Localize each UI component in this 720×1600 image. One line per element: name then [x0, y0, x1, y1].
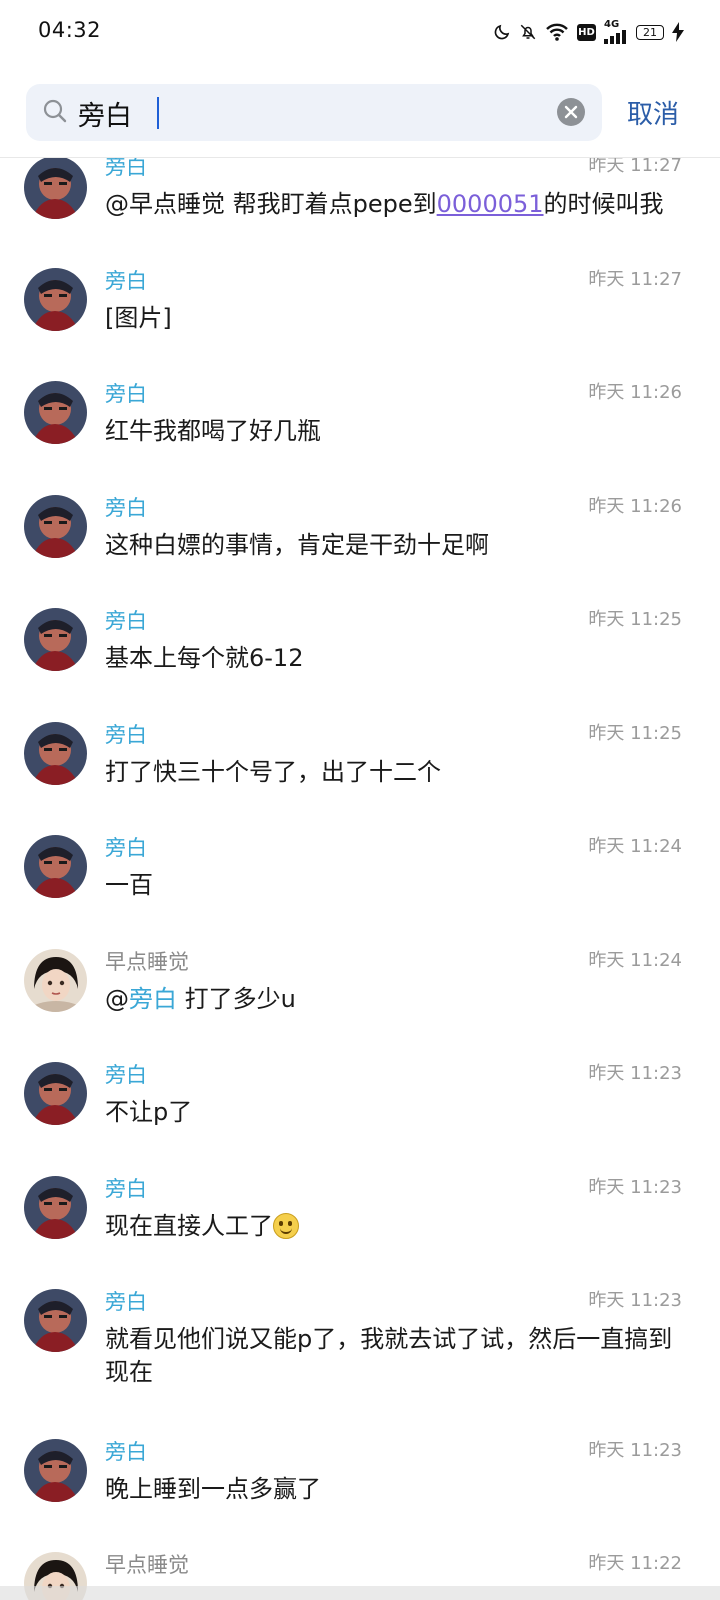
- message-text-post: 打了多少u: [177, 985, 296, 1013]
- hd-icon: HD: [577, 23, 596, 41]
- message-text-pre: @早点睡觉 帮我盯着点pepe到: [105, 190, 437, 218]
- message-time: 昨天 11:22: [588, 1553, 682, 1574]
- sender-name: 旁白: [105, 158, 147, 179]
- search-results-list[interactable]: 旁白 昨天 11:27 @早点睡觉 帮我盯着点pepe到0000051的时候叫我…: [0, 158, 720, 1600]
- message-time: 昨天 11:26: [588, 496, 682, 517]
- sender-name: 早点睡觉: [105, 950, 189, 974]
- message-time: 昨天 11:25: [588, 723, 682, 744]
- sender-name: 旁白: [105, 836, 147, 860]
- list-item[interactable]: 旁白 昨天 11:23 就看见他们说又能p了，我就去试了试，然后一直搞到现在: [0, 1263, 720, 1413]
- message-time: 昨天 11:23: [588, 1440, 682, 1461]
- avatar[interactable]: [24, 381, 87, 444]
- message-time: 昨天 11:26: [588, 382, 682, 403]
- message-text: @早点睡觉 帮我盯着点pepe到0000051的时候叫我: [105, 188, 690, 221]
- cancel-button[interactable]: 取消: [627, 94, 679, 131]
- list-item[interactable]: 旁白 昨天 11:27 @早点睡觉 帮我盯着点pepe到0000051的时候叫我: [0, 158, 720, 238]
- list-item[interactable]: 旁白 昨天 11:23 不让p了: [0, 1036, 720, 1150]
- network-label: 4G: [604, 19, 620, 30]
- message-text: 晚上睡到一点多赢了: [105, 1475, 321, 1503]
- avatar[interactable]: [24, 1176, 87, 1239]
- search-input[interactable]: [78, 94, 548, 132]
- bottom-edge: [0, 1586, 720, 1600]
- message-time: 昨天 11:27: [588, 269, 682, 290]
- message-link[interactable]: 0000051: [437, 190, 544, 218]
- message-time: 昨天 11:24: [588, 836, 682, 857]
- list-item[interactable]: 旁白 昨天 11:25 打了快三十个号了，出了十二个: [0, 696, 720, 809]
- search-box[interactable]: [26, 84, 602, 141]
- message-time: 昨天 11:23: [588, 1063, 682, 1084]
- avatar[interactable]: [24, 835, 87, 898]
- message-text-body: 现在直接人工了: [105, 1212, 273, 1240]
- message-time: 昨天 11:23: [588, 1177, 682, 1198]
- status-time: 04:32: [38, 18, 102, 42]
- message-text: 不让p了: [105, 1098, 193, 1126]
- list-item[interactable]: 旁白 昨天 11:24 一百: [0, 809, 720, 923]
- wifi-icon: [545, 22, 569, 42]
- message-text: 现在直接人工了: [105, 1210, 690, 1243]
- sender-name: 旁白: [105, 1063, 147, 1087]
- search-icon: [42, 98, 68, 128]
- sender-name: 早点睡觉: [105, 1553, 189, 1577]
- list-item[interactable]: 旁白 昨天 11:26 这种白嫖的事情，肯定是干劲十足啊: [0, 469, 720, 582]
- message-time: 昨天 11:24: [588, 950, 682, 971]
- search-row: 取消: [0, 84, 720, 142]
- sender-name: 旁白: [105, 1290, 147, 1314]
- avatar[interactable]: [24, 1439, 87, 1502]
- battery-icon: 21: [636, 24, 664, 40]
- message-text: 红牛我都喝了好几瓶: [105, 417, 321, 445]
- message-text: 基本上每个就6-12: [105, 644, 304, 672]
- message-text-post: 的时候叫我: [543, 190, 664, 218]
- signal-icon: 4G: [604, 20, 628, 44]
- sender-name: 旁白: [105, 609, 147, 633]
- sender-name: 旁白: [105, 1177, 147, 1201]
- message-text: 一百: [105, 871, 153, 899]
- mention-at: @: [105, 985, 129, 1013]
- sender-name: 旁白: [105, 496, 147, 520]
- status-icons: HD 4G 21: [493, 18, 684, 46]
- status-bar: 04:32 HD 4G 21: [0, 0, 720, 64]
- list-item[interactable]: 旁白 昨天 11:23 晚上睡到一点多赢了: [0, 1413, 720, 1526]
- smile-emoji-icon: [273, 1213, 299, 1239]
- avatar[interactable]: [24, 1062, 87, 1125]
- sender-name: 旁白: [105, 1440, 147, 1464]
- list-item[interactable]: 旁白 昨天 11:26 红牛我都喝了好几瓶: [0, 355, 720, 469]
- message-time: 昨天 11:25: [588, 609, 682, 630]
- message-text: 这种白嫖的事情，肯定是干劲十足啊: [105, 531, 489, 559]
- avatar[interactable]: [24, 495, 87, 558]
- avatar[interactable]: [24, 158, 87, 219]
- avatar[interactable]: [24, 1289, 87, 1352]
- clear-icon[interactable]: [557, 98, 585, 126]
- list-item[interactable]: 旁白 昨天 11:25 基本上每个就6-12: [0, 582, 720, 696]
- list-item[interactable]: 旁白 昨天 11:23 现在直接人工了: [0, 1150, 720, 1263]
- mention-name[interactable]: 旁白: [129, 985, 177, 1013]
- sender-name: 旁白: [105, 269, 147, 293]
- moon-icon: [493, 23, 511, 41]
- avatar[interactable]: [24, 722, 87, 785]
- avatar[interactable]: [24, 608, 87, 671]
- avatar[interactable]: [24, 949, 87, 1012]
- text-caret: [157, 97, 159, 129]
- charging-icon: [672, 22, 684, 42]
- message-time: 昨天 11:27: [588, 158, 682, 176]
- battery-level: 21: [643, 25, 657, 39]
- sender-name: 旁白: [105, 723, 147, 747]
- message-time: 昨天 11:23: [588, 1290, 682, 1311]
- sender-name: 旁白: [105, 382, 147, 406]
- message-text: 打了快三十个号了，出了十二个: [105, 758, 441, 786]
- avatar[interactable]: [24, 268, 87, 331]
- mute-icon: [519, 23, 537, 41]
- list-item[interactable]: 旁白 昨天 11:27 [图片]: [0, 242, 720, 355]
- message-text: [图片]: [105, 304, 172, 332]
- message-text: @旁白 打了多少u: [105, 983, 690, 1016]
- message-text: 就看见他们说又能p了，我就去试了试，然后一直搞到现在: [105, 1325, 673, 1386]
- list-item[interactable]: 早点睡觉 昨天 11:24 @旁白 打了多少u: [0, 923, 720, 1036]
